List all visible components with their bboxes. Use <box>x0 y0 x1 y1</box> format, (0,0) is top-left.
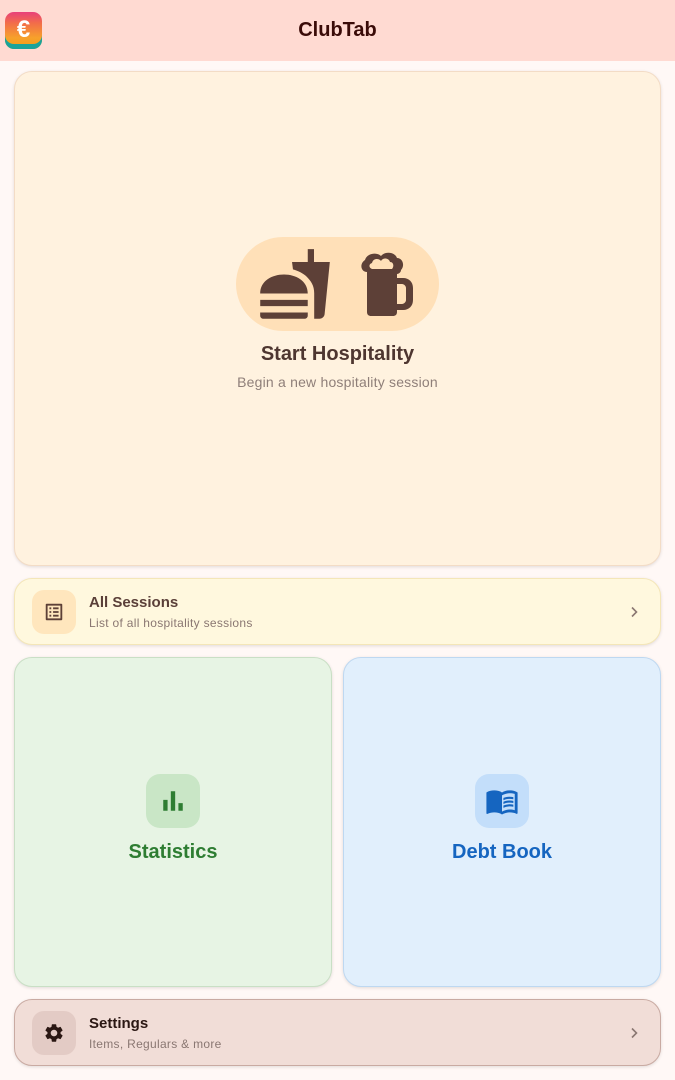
hero-subtitle: Begin a new hospitality session <box>237 374 438 390</box>
hero-icon-pill <box>236 237 439 331</box>
bar-chart-icon <box>146 774 200 828</box>
fastfood-icon <box>259 249 330 319</box>
all-sessions-title: All Sessions <box>89 593 179 611</box>
settings-card[interactable]: Settings Items, Regulars & more <box>14 999 661 1066</box>
all-sessions-card[interactable]: All Sessions List of all hospitality ses… <box>14 578 661 645</box>
start-hospitality-card[interactable]: Start Hospitality Begin a new hospitalit… <box>14 71 661 566</box>
statistics-label: Statistics <box>128 841 218 863</box>
debt-book-label: Debt Book <box>452 841 552 863</box>
settings-subtitle: Items, Regulars & more <box>89 1036 222 1051</box>
app-title: ClubTab <box>298 19 377 41</box>
menu-book-icon <box>475 774 529 828</box>
list-alt-icon <box>32 589 76 634</box>
app-bar: € ClubTab <box>0 0 675 61</box>
hero-title: Start Hospitality <box>260 343 415 365</box>
beer-mug-icon <box>360 252 413 316</box>
settings-title: Settings <box>89 1014 149 1032</box>
debt-book-tile[interactable]: Debt Book <box>343 657 661 987</box>
gear-icon <box>32 1010 76 1055</box>
app-logo-glyph: € <box>16 16 31 43</box>
statistics-tile[interactable]: Statistics <box>14 657 332 987</box>
chevron-right-icon <box>631 606 638 617</box>
all-sessions-subtitle: List of all hospitality sessions <box>89 615 253 630</box>
euro-logo-icon[interactable]: € <box>5 12 42 49</box>
chevron-right-icon <box>631 1027 638 1038</box>
